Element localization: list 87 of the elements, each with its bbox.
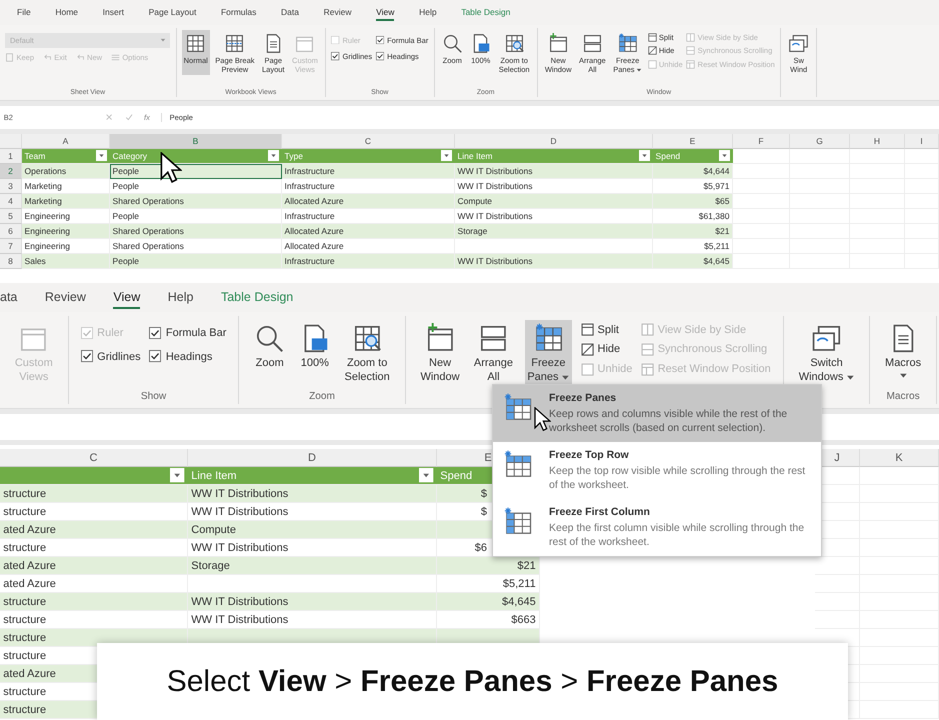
table-cell: Compute bbox=[455, 194, 653, 209]
menu-tab[interactable]: Formulas bbox=[220, 4, 256, 22]
table-cell: Infrastructure bbox=[282, 164, 455, 179]
table-cell: structure bbox=[0, 593, 188, 611]
ribbon-button[interactable]: New Window bbox=[418, 320, 462, 388]
menu-tab[interactable]: View bbox=[376, 4, 394, 22]
menu-tab[interactable]: View bbox=[113, 286, 140, 310]
table-cell: $21 bbox=[437, 557, 540, 575]
table-cell: Sales bbox=[22, 254, 110, 269]
menu-tab[interactable]: Insert bbox=[102, 4, 124, 22]
column-title: Line Item bbox=[458, 151, 493, 161]
table-cell: WW IT Distributions bbox=[455, 254, 653, 269]
table-cell: Engineering bbox=[22, 224, 110, 239]
group-label: Show bbox=[140, 390, 168, 404]
table-cell: Marketing bbox=[22, 194, 110, 209]
menu-tab[interactable]: Help bbox=[419, 4, 437, 22]
checkbox-option[interactable]: Gridlines bbox=[80, 350, 141, 363]
table-cell: $4,645 bbox=[437, 593, 540, 611]
ribbon-button[interactable]: Macros bbox=[882, 320, 924, 386]
table-cell: WW IT Distributions bbox=[455, 164, 653, 179]
table-cell: Allocated Azure bbox=[282, 224, 455, 239]
table-cell: ated Azure bbox=[0, 557, 188, 575]
row-number[interactable]: 5 bbox=[0, 209, 22, 224]
column-header[interactable]: D bbox=[455, 134, 653, 149]
row-number[interactable]: 6 bbox=[0, 224, 22, 239]
menu-tab[interactable]: Page Layout bbox=[148, 4, 196, 22]
row-number[interactable]: 1 bbox=[0, 149, 22, 164]
column-title: Spend bbox=[656, 151, 680, 161]
table-cell: $4,644 bbox=[653, 164, 733, 179]
table-cell: structure bbox=[0, 485, 188, 503]
column-header[interactable]: A bbox=[22, 134, 110, 149]
table-cell: WW IT Distributions bbox=[188, 593, 437, 611]
group-label: Zoom bbox=[308, 390, 336, 404]
column-header[interactable]: C bbox=[282, 134, 455, 149]
menu-tab[interactable]: ata bbox=[0, 286, 18, 310]
column-title: Type bbox=[284, 151, 303, 161]
checkbox-option[interactable]: Formula Bar bbox=[149, 327, 226, 340]
column-title: Team bbox=[24, 151, 46, 161]
table-cell: Storage bbox=[188, 557, 437, 575]
ribbon-button[interactable]: Zoom to Selection bbox=[342, 320, 393, 388]
row-number[interactable]: 8 bbox=[0, 254, 22, 269]
menu-tab[interactable]: Home bbox=[55, 4, 78, 22]
ribbon-button[interactable]: Arrange All bbox=[471, 320, 516, 388]
checkbox-option[interactable]: Headings bbox=[149, 350, 226, 363]
column-header[interactable]: F bbox=[733, 134, 790, 149]
menu-tab[interactable]: Review bbox=[44, 286, 86, 310]
ribbon-button[interactable]: 100% bbox=[296, 320, 333, 386]
table-cell: $21 bbox=[653, 224, 733, 239]
table-cell: People bbox=[110, 254, 282, 269]
group-label: Macros bbox=[885, 390, 921, 404]
column-header[interactable]: E bbox=[653, 134, 733, 149]
table-cell: Infrastructure bbox=[282, 254, 455, 269]
menu-tab[interactable]: Help bbox=[168, 286, 194, 310]
menu-tab[interactable]: Review bbox=[324, 4, 352, 22]
column-header[interactable]: H bbox=[850, 134, 905, 149]
ribbon-button[interactable]: Split bbox=[581, 322, 632, 336]
ribbon-button[interactable]: Zoom bbox=[252, 320, 288, 386]
row-number[interactable]: 3 bbox=[0, 179, 22, 194]
table-cell: Allocated Azure bbox=[282, 194, 455, 209]
menu-tab[interactable]: Table Design bbox=[461, 4, 510, 22]
table-cell: People bbox=[110, 164, 282, 179]
column-header[interactable]: D bbox=[188, 449, 437, 467]
table-cell: ated Azure bbox=[0, 521, 188, 539]
table-cell: Shared Operations bbox=[110, 194, 282, 209]
row-number[interactable]: 7 bbox=[0, 239, 22, 254]
table-cell: WW IT Distributions bbox=[188, 485, 437, 503]
column-title: Category bbox=[112, 151, 148, 161]
column-header[interactable]: G bbox=[790, 134, 850, 149]
column-title: Line Item bbox=[191, 470, 237, 482]
row-number[interactable]: 2 bbox=[0, 164, 22, 179]
row-number[interactable]: 4 bbox=[0, 194, 22, 209]
menu-tab[interactable]: File bbox=[17, 4, 31, 22]
table-cell: Compute bbox=[188, 521, 437, 539]
table-cell: Storage bbox=[455, 224, 653, 239]
table-cell: Shared Operations bbox=[110, 224, 282, 239]
column-header[interactable]: B bbox=[110, 134, 282, 149]
column-header[interactable]: K bbox=[860, 449, 939, 467]
menu-tab[interactable]: Table Design bbox=[220, 286, 294, 310]
table-cell: $4,645 bbox=[653, 254, 733, 269]
menu-item[interactable]: Freeze Panes Keep rows and columns visible while the rest of the worksheet scrolls (based on current selection). bbox=[493, 385, 821, 442]
column-header[interactable]: I bbox=[905, 134, 939, 149]
table-cell: $65 bbox=[653, 194, 733, 209]
ribbon-button[interactable]: Hide bbox=[581, 342, 632, 356]
menu-tab[interactable]: Data bbox=[281, 4, 299, 22]
table-cell: Operations bbox=[22, 164, 110, 179]
column-header[interactable]: C bbox=[0, 449, 188, 467]
column-title: Spend bbox=[440, 470, 472, 482]
